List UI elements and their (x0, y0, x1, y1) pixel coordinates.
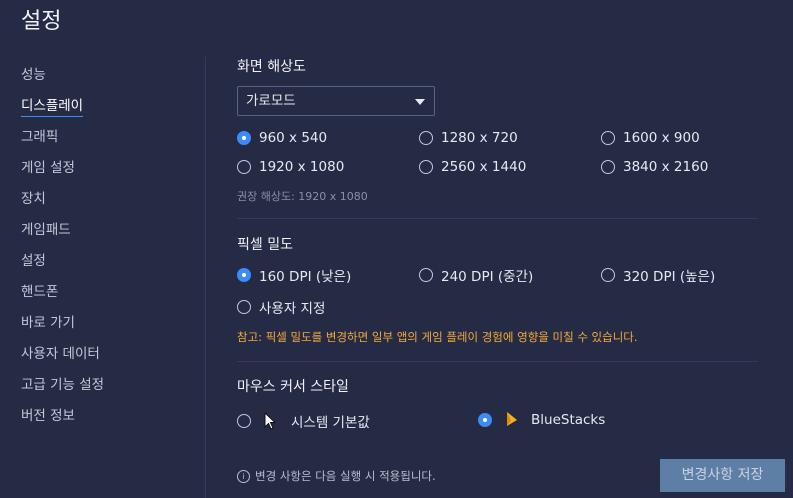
sidebar-divider (205, 57, 206, 498)
radio-label: 1280 x 720 (441, 130, 518, 146)
sidebar-item-phone[interactable]: 핸드폰 (21, 280, 58, 300)
footer-note: i 변경 사항은 다음 실행 시 적용됩니다. (237, 468, 436, 484)
sidebar-item-shortcuts[interactable]: 바로 가기 (21, 311, 75, 331)
sidebar-item-performance[interactable]: 성능 (21, 63, 46, 83)
section-divider (237, 361, 758, 362)
cursor-title: 마우스 커서 스타일 (237, 379, 349, 395)
sidebar-item-user-data[interactable]: 사용자 데이터 (21, 342, 100, 362)
recommended-resolution: 권장 해상도: 1920 x 1080 (237, 190, 368, 203)
footer-note-text: 변경 사항은 다음 실행 시 적용됩니다. (255, 469, 436, 483)
radio-button-icon (237, 300, 251, 314)
radio-button-icon (237, 414, 251, 428)
radio-dpi-160[interactable]: 160 DPI (낮은) (237, 265, 351, 285)
radio-button-icon (419, 131, 433, 145)
orientation-dropdown[interactable]: 가로모드 (237, 86, 435, 116)
radio-label: 사용자 지정 (259, 301, 326, 317)
radio-label: 240 DPI (중간) (441, 269, 534, 285)
radio-res-960x540[interactable]: 960 x 540 (237, 130, 327, 146)
radio-button-icon (419, 268, 433, 282)
radio-label: 시스템 기본값 (291, 415, 370, 431)
settings-title: 설정 (21, 9, 62, 34)
radio-cursor-system[interactable]: 시스템 기본값 (237, 411, 370, 431)
sidebar-item-graphics[interactable]: 그래픽 (21, 125, 58, 145)
density-warning: 참고: 픽셀 밀도를 변경하면 일부 앱의 게임 플레이 경험에 영향을 미칠 … (237, 330, 638, 344)
radio-label: 2560 x 1440 (441, 159, 527, 175)
radio-res-1920x1080[interactable]: 1920 x 1080 (237, 159, 344, 175)
sidebar-item-settings[interactable]: 설정 (21, 249, 46, 269)
density-title: 픽셀 밀도 (237, 237, 293, 253)
radio-dpi-custom[interactable]: 사용자 지정 (237, 297, 325, 317)
radio-button-icon (601, 160, 615, 174)
sidebar-item-about[interactable]: 버전 정보 (21, 404, 75, 424)
sidebar-item-advanced[interactable]: 고급 기능 설정 (21, 373, 104, 393)
sidebar-item-device[interactable]: 장치 (21, 187, 46, 207)
radio-button-icon (237, 160, 251, 174)
radio-label: BlueStacks (531, 412, 606, 428)
sidebar-item-game-settings[interactable]: 게임 설정 (21, 156, 75, 176)
radio-label: 1920 x 1080 (259, 159, 345, 175)
radio-label: 320 DPI (높은) (623, 269, 716, 285)
sidebar-item-gamepad[interactable]: 게임패드 (21, 218, 71, 238)
radio-res-1280x720[interactable]: 1280 x 720 (419, 130, 518, 146)
radio-label: 3840 x 2160 (623, 159, 709, 175)
chevron-down-icon (415, 99, 425, 105)
radio-res-2560x1440[interactable]: 2560 x 1440 (419, 159, 526, 175)
radio-button-icon (478, 413, 492, 427)
sidebar-item-display[interactable]: 디스플레이 (21, 94, 84, 117)
radio-label: 160 DPI (낮은) (259, 269, 352, 285)
save-changes-button[interactable]: 변경사항 저장 (660, 459, 785, 492)
radio-label: 1600 x 900 (623, 130, 700, 146)
info-icon: i (237, 469, 250, 483)
radio-button-icon (237, 131, 251, 145)
radio-res-1600x900[interactable]: 1600 x 900 (601, 130, 700, 146)
radio-res-3840x2160[interactable]: 3840 x 2160 (601, 159, 708, 175)
radio-button-icon (601, 131, 615, 145)
arrow-cursor-icon (264, 412, 277, 430)
bluestacks-cursor-icon (507, 412, 517, 426)
radio-cursor-bluestacks[interactable]: BlueStacks (478, 411, 605, 429)
section-divider (237, 218, 758, 219)
radio-button-icon (237, 268, 251, 282)
radio-button-icon (601, 268, 615, 282)
radio-dpi-320[interactable]: 320 DPI (높은) (601, 265, 715, 285)
resolution-title: 화면 해상도 (237, 59, 306, 75)
radio-button-icon (419, 160, 433, 174)
radio-label: 960 x 540 (259, 130, 328, 146)
radio-dpi-240[interactable]: 240 DPI (중간) (419, 265, 533, 285)
orientation-value: 가로모드 (246, 93, 296, 109)
